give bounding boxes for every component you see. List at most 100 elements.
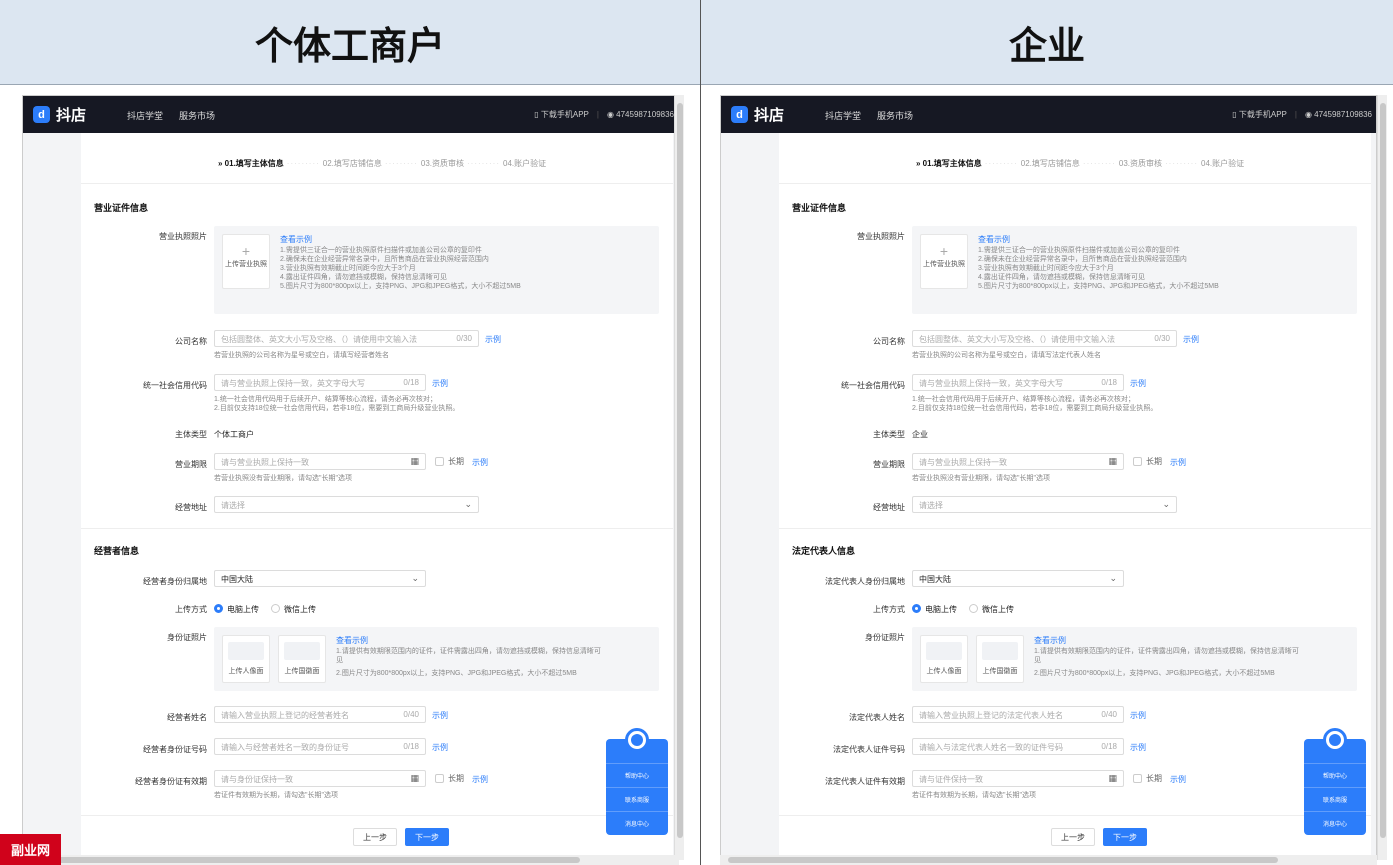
logo[interactable]: d 抖店 [731, 104, 784, 125]
message-center-button[interactable]: 消息中心 [606, 811, 668, 835]
step-3: 03.资质审核 [1118, 159, 1163, 168]
addr-select[interactable]: 请选择 ⌄ [912, 496, 1177, 513]
term-example[interactable]: 示例 [472, 457, 488, 468]
name-input[interactable]: 请输入营业执照上登记的经营者姓名 0/40 [214, 706, 426, 723]
step-2: 02.填写店铺信息 [322, 159, 382, 168]
term-date-input[interactable]: 请与营业执照上保持一致 ▦ [214, 453, 426, 470]
nav-academy[interactable]: 抖店学堂 [825, 111, 861, 121]
step-4: 04.账户验证 [503, 159, 547, 168]
watermark: 副业网 [0, 834, 61, 865]
account-id[interactable]: 4745987109836 [616, 110, 674, 119]
credit-example[interactable]: 示例 [432, 378, 448, 389]
method-wx-radio[interactable] [271, 604, 280, 613]
valid-long-checkbox[interactable] [1133, 774, 1142, 783]
phone-icon: ▯ [1232, 110, 1239, 119]
name-example[interactable]: 示例 [432, 710, 448, 721]
hscrollbar-left[interactable] [22, 855, 679, 865]
id-front-upload[interactable]: 上传人像面 [222, 635, 270, 683]
method-wx-radio[interactable] [969, 604, 978, 613]
prev-button[interactable]: 上一步 [1051, 828, 1095, 846]
valid-date-input[interactable]: 请与证件保持一致 ▦ [912, 770, 1124, 787]
name-example[interactable]: 示例 [1130, 710, 1146, 721]
header-right: 企业 [701, 0, 1393, 85]
method-label: 上传方式 [175, 605, 207, 614]
plus-icon: + [241, 243, 251, 259]
region-select[interactable]: 中国大陆 ⌄ [912, 570, 1124, 587]
method-pc-radio[interactable] [912, 604, 921, 613]
company-input[interactable]: 包括圆整体、英文大小写及空格、（）请使用中文输入法 0/30 [912, 330, 1177, 347]
help-center-button[interactable]: 帮助中心 [1304, 763, 1366, 787]
download-app-link[interactable]: 下载手机APP [541, 110, 589, 119]
calendar-icon: ▦ [1108, 456, 1117, 466]
addr-select[interactable]: 请选择 ⌄ [214, 496, 479, 513]
license-upload-button[interactable]: + 上传营业执照 [222, 234, 270, 289]
license-upload-button[interactable]: + 上传营业执照 [920, 234, 968, 289]
id-front-upload[interactable]: 上传人像面 [920, 635, 968, 683]
contact-service-button[interactable]: 联系商服 [606, 787, 668, 811]
step-2: 02.填写店铺信息 [1020, 159, 1080, 168]
credit-input[interactable]: 请与营业执照上保持一致，英文字母大写 0/18 [214, 374, 426, 391]
term-long-checkbox[interactable] [1133, 457, 1142, 466]
company-example[interactable]: 示例 [1183, 334, 1199, 345]
idno-example[interactable]: 示例 [1130, 742, 1146, 753]
avatar-icon: ◉ [1304, 110, 1315, 119]
valid-label: 经营者身份证有效期 [135, 777, 207, 786]
idphoto-label: 身份证照片 [167, 633, 207, 642]
id-back-upload[interactable]: 上传国徽面 [976, 635, 1024, 683]
contact-service-button[interactable]: 联系商服 [1304, 787, 1366, 811]
method-pc-radio[interactable] [214, 604, 223, 613]
company-input[interactable]: 包括圆整体、英文大小写及空格、（）请使用中文输入法 0/30 [214, 330, 479, 347]
hscrollbar-right[interactable] [720, 855, 1377, 865]
region-select[interactable]: 中国大陆 ⌄ [214, 570, 426, 587]
download-app-link[interactable]: 下载手机APP [1239, 110, 1287, 119]
douyin-logo-icon: d [33, 106, 50, 123]
type-label: 主体类型 [175, 430, 207, 439]
term-date-input[interactable]: 请与营业执照上保持一致 ▦ [912, 453, 1124, 470]
step-1: » 01.填写主体信息 [916, 159, 982, 168]
addr-label: 经营地址 [873, 503, 905, 512]
license-example-link[interactable]: 查看示例 [978, 234, 1010, 245]
id-example-link[interactable]: 查看示例 [336, 635, 368, 646]
idno-label: 法定代表人证件号码 [833, 745, 905, 754]
credit-input[interactable]: 请与营业执照上保持一致，英文字母大写 0/18 [912, 374, 1124, 391]
type-value: 企业 [912, 430, 928, 439]
nav-market[interactable]: 服务市场 [179, 111, 215, 121]
calendar-icon: ▦ [410, 773, 419, 783]
idno-input[interactable]: 请输入与法定代表人姓名一致的证件号码 0/18 [912, 738, 1124, 755]
steps: » 01.填写主体信息 ········· 02.填写店铺信息 ········· 03… [916, 159, 1245, 168]
type-value: 个体工商户 [214, 430, 254, 439]
term-long-checkbox[interactable] [435, 457, 444, 466]
help-widget: 帮助中心 联系商服 消息中心 [606, 728, 668, 835]
company-example[interactable]: 示例 [485, 334, 501, 345]
nav-market[interactable]: 服务市场 [877, 111, 913, 121]
id-back-upload[interactable]: 上传国徽面 [278, 635, 326, 683]
nav-academy[interactable]: 抖店学堂 [127, 111, 163, 121]
account-id[interactable]: 4745987109836 [1314, 110, 1372, 119]
prev-button[interactable]: 上一步 [353, 828, 397, 846]
region-label: 法定代表人身份归属地 [825, 577, 905, 586]
step-3: 03.资质审核 [420, 159, 465, 168]
valid-example[interactable]: 示例 [472, 774, 488, 785]
valid-date-input[interactable]: 请与身份证保持一致 ▦ [214, 770, 426, 787]
form-card: » 01.填写主体信息 ········· 02.填写店铺信息 ········· 03… [81, 133, 673, 864]
next-button[interactable]: 下一步 [1103, 828, 1147, 846]
message-center-button[interactable]: 消息中心 [1304, 811, 1366, 835]
logo[interactable]: d 抖店 [33, 104, 86, 125]
credit-example[interactable]: 示例 [1130, 378, 1146, 389]
chevron-down-icon: ⌄ [464, 499, 472, 509]
scrollbar-right[interactable] [1377, 95, 1387, 860]
credit-label: 统一社会信用代码 [143, 381, 207, 390]
idno-example[interactable]: 示例 [432, 742, 448, 753]
license-example-link[interactable]: 查看示例 [280, 234, 312, 245]
id-example-link[interactable]: 查看示例 [1034, 635, 1066, 646]
term-example[interactable]: 示例 [1170, 457, 1186, 468]
name-input[interactable]: 请输入营业执照上登记的法定代表人姓名 0/40 [912, 706, 1124, 723]
scrollbar-left[interactable] [674, 95, 684, 860]
idno-input[interactable]: 请输入与经营者姓名一致的身份证号 0/18 [214, 738, 426, 755]
valid-example[interactable]: 示例 [1170, 774, 1186, 785]
valid-long-checkbox[interactable] [435, 774, 444, 783]
name-label: 法定代表人姓名 [849, 713, 905, 722]
help-center-button[interactable]: 帮助中心 [606, 763, 668, 787]
next-button[interactable]: 下一步 [405, 828, 449, 846]
region-label: 经营者身份归属地 [143, 577, 207, 586]
